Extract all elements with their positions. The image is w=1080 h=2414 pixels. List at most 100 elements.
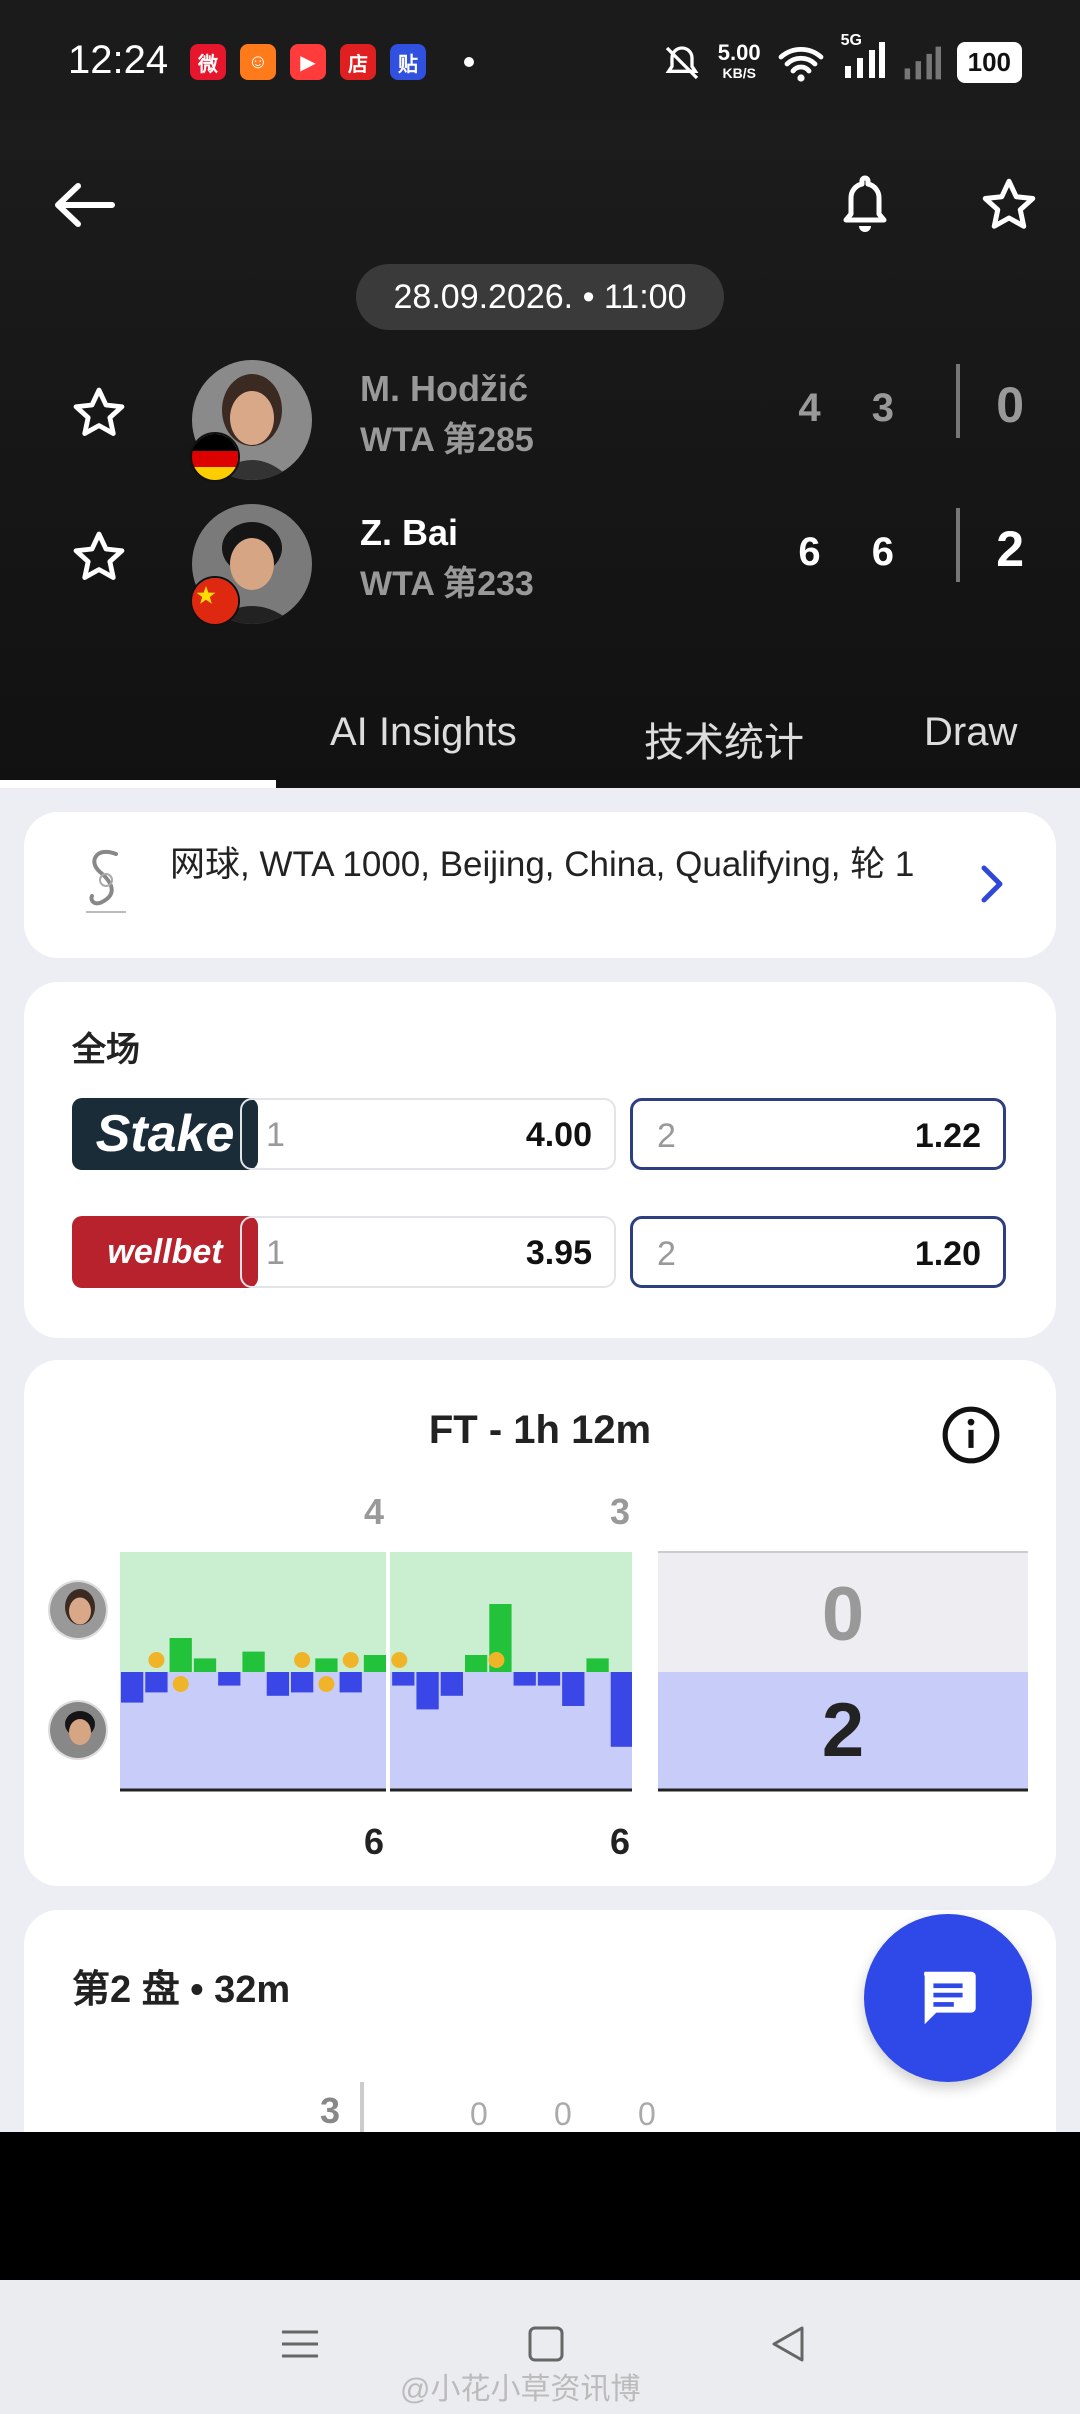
app-orange-icon: ☺ [240,44,276,80]
favorite-player-button[interactable] [70,384,128,447]
momentum-bar [169,1638,192,1672]
point-marker [148,1652,165,1668]
germany-flag-icon [190,432,240,482]
active-tab-indicator [0,780,276,788]
match-datetime: 28.09.2026. • 11:00 [356,264,724,330]
set-score-bottom: 6 [610,1821,630,1862]
point-marker [342,1652,359,1668]
video-app-icon: ▶ [290,44,326,80]
momentum-bar [242,1651,265,1672]
battery-indicator: 100 [956,42,1022,83]
status-bar: 12:24 微 ☺ ▶ 店贴 5.00 KB/S 5G 100 [0,0,1080,120]
player-rank: WTA 第285 [360,421,534,459]
bookmaker-logo[interactable]: wellbet [72,1216,258,1288]
favorite-match-button[interactable] [964,160,1054,250]
final-score-bottom: 2 [822,1688,864,1773]
momentum-bar [315,1658,338,1672]
game-score: 0 [638,2096,656,2132]
tieba-icon: 贴 [390,44,426,80]
sets-won: 0 [996,377,1024,433]
momentum-bar [339,1672,362,1693]
sets-won: 2 [996,521,1024,577]
momentum-bar [266,1672,289,1696]
momentum-bar [218,1672,241,1686]
system-indicators: 5.00 KB/S 5G 100 [662,32,1022,85]
favorite-player-button[interactable] [70,528,128,591]
point-marker [294,1652,311,1668]
wifi-icon [778,46,824,82]
momentum-bar [145,1672,168,1693]
point-marker [172,1676,189,1692]
momentum-bar [416,1672,439,1710]
odds-label: 2 [657,1117,676,1155]
point-marker [318,1676,335,1692]
back-button[interactable] [38,160,128,250]
odds-label: 1 [266,1234,285,1272]
star-icon [73,387,125,436]
game-score: 0 [554,2096,572,2132]
tournament-card[interactable]: 网球, WTA 1000, Beijing, China, Qualifying… [24,812,1056,958]
player-name: M. Hodžić [360,368,528,409]
player-row-1[interactable]: M. Hodžić WTA 第285 4 3 0 [0,354,1080,484]
match-header: 28.09.2026. • 11:00 M. Hodžić WTA 第285 4… [0,120,1080,788]
odds-button[interactable]: 2 1.20 [630,1216,1006,1288]
momentum-bar [513,1672,536,1686]
star-icon [982,178,1036,229]
tab-draw[interactable]: Draw [924,710,1017,755]
arrow-left-icon [55,183,115,227]
set-score-top: 3 [610,1491,630,1532]
divider [956,508,960,582]
notification-app-icons: 微 ☺ ▶ 店贴 [190,44,474,80]
final-score-top: 0 [822,1572,864,1657]
home-icon[interactable] [524,2322,568,2366]
set-score-bottom: 6 [364,1821,384,1862]
chart-top-area [120,1552,634,1672]
odds-label: 2 [657,1235,676,1273]
player-name: Z. Bai [360,512,459,553]
bell-icon [843,175,887,232]
tournament-name: 网球, WTA 1000, Beijing, China, Qualifying… [170,845,915,884]
odds-value: 4.00 [525,1116,592,1154]
bookmaker-logo[interactable]: Stake [72,1098,258,1170]
momentum-chart: 4 6 3 6 0 2 [120,1491,1028,1862]
point-marker [391,1652,408,1668]
point-marker [488,1652,505,1668]
chevron-right-icon [981,865,1003,903]
chart-bottom-area [120,1672,634,1790]
odds-button[interactable]: 1 4.00 [240,1098,616,1170]
tab-ai-insights[interactable]: AI Insights [330,710,517,755]
watermark-text: @小花小草资讯博 [400,2373,641,2406]
odds-label: 1 [266,1116,285,1154]
set-scores: 6 6 [798,530,914,574]
momentum-bar [363,1655,387,1672]
odds-value: 1.22 [914,1117,981,1155]
momentum-bar [440,1672,463,1696]
odds-button[interactable]: 1 3.95 [240,1216,616,1288]
notification-button[interactable] [820,160,910,250]
back-nav-icon[interactable] [766,2322,810,2366]
momentum-bar [193,1658,217,1672]
momentum-bar [537,1672,561,1686]
star-icon [73,531,125,580]
player-rank: WTA 第233 [360,565,534,603]
odds-button[interactable]: 2 1.22 [630,1098,1006,1170]
odds-card: 全场 Stake 1 4.00 2 1.22 wellbet 1 3.95 2 1.20 [24,982,1056,1338]
momentum-bar [586,1658,609,1672]
momentum-bar [121,1672,144,1703]
chat-button[interactable] [864,1914,1032,2082]
momentum-bar [291,1672,314,1693]
odds-title: 全场 [72,1031,140,1069]
momentum-bar [465,1655,488,1672]
menu-icon[interactable] [278,2322,322,2366]
divider [956,364,960,438]
tab-bar: AI Insights 技术统计 Draw [0,680,1080,788]
momentum-card: FT - 1h 12m 463602 [24,1360,1056,1886]
player-row-2[interactable]: Z. Bai WTA 第233 6 6 2 [0,498,1080,628]
signal-2-icon [904,46,941,79]
momentum-bar [562,1672,585,1706]
momentum-bar [610,1672,633,1747]
tab-stats[interactable]: 技术统计 [644,710,804,768]
momentum-bar [392,1672,415,1686]
net-speed: 5.00 KB/S [717,39,761,81]
china-flag-icon [190,576,240,626]
